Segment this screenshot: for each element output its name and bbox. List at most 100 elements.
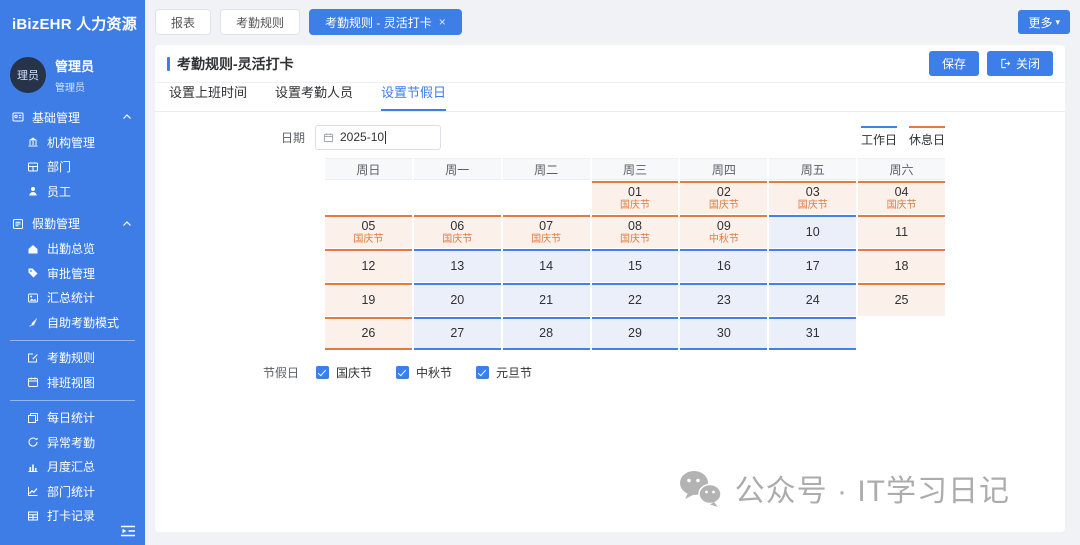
window-tab-report[interactable]: 报表: [155, 9, 211, 35]
calendar-day-cell[interactable]: 10: [769, 215, 856, 248]
sidebar-item-employee[interactable]: 员工: [0, 179, 145, 204]
weekday-header: 周三: [592, 158, 679, 180]
weekday-header: 周二: [503, 158, 590, 180]
bar-chart-icon: [27, 461, 39, 473]
department-icon: [27, 161, 39, 173]
date-value: 2025-10: [340, 130, 384, 144]
legend-workday: 工作日: [861, 126, 897, 148]
page-title: 考勤规则-灵活打卡: [177, 54, 294, 74]
sidebar-item-org[interactable]: 机构管理: [0, 130, 145, 155]
chevron-down-icon: ▾: [1055, 17, 1060, 28]
calendar-empty-cell: [503, 181, 590, 214]
legend-restday: 休息日: [909, 126, 945, 148]
date-input[interactable]: 2025-10: [315, 125, 441, 150]
calendar-day-cell[interactable]: 01国庆节: [592, 181, 679, 214]
id-card-icon: [12, 111, 24, 123]
calendar-day-cell[interactable]: 02国庆节: [680, 181, 767, 214]
sidebar-item-self-mode[interactable]: 自助考勤模式: [0, 310, 145, 335]
sidebar-item-schedule-view[interactable]: 排班视图: [0, 370, 145, 395]
sidebar-item-monthly[interactable]: 月度汇总: [0, 455, 145, 480]
date-row: 日期 2025-10 工作日 休息日: [155, 124, 1065, 150]
window-tab-attendance-rules[interactable]: 考勤规则: [220, 9, 300, 35]
calendar-day-cell[interactable]: 09中秋节: [680, 215, 767, 248]
sidebar-section-base[interactable]: 基础管理: [0, 104, 145, 130]
holiday-calendar: 周日 周一 周二 周三 周四 周五 周六 01国庆节 02国庆节 03国庆节 0…: [325, 158, 945, 350]
calendar-day-cell[interactable]: 27: [414, 317, 501, 350]
calendar-day-cell[interactable]: 07国庆节: [503, 215, 590, 248]
sidebar-item-abnormal[interactable]: 异常考勤: [0, 430, 145, 455]
table-icon: [27, 510, 39, 522]
calendar-day-cell[interactable]: 24: [769, 283, 856, 316]
checkbox-mid-autumn[interactable]: 中秋节: [396, 364, 452, 381]
sidebar-collapse-icon[interactable]: [120, 524, 136, 538]
page-tabs: 设置上班时间 设置考勤人员 设置节假日: [155, 83, 1065, 112]
checkbox-checked-icon[interactable]: [396, 366, 409, 379]
calendar-day-cell[interactable]: 11: [858, 215, 945, 248]
close-icon[interactable]: ×: [439, 15, 446, 29]
save-button[interactable]: 保存: [929, 51, 979, 76]
calendar-empty-cell: [858, 317, 945, 350]
calendar-day-cell[interactable]: 14: [503, 249, 590, 282]
calendar-day-cell[interactable]: 18: [858, 249, 945, 282]
calendar-day-cell[interactable]: 25: [858, 283, 945, 316]
calendar-day-cell[interactable]: 12: [325, 249, 412, 282]
checkbox-checked-icon[interactable]: [476, 366, 489, 379]
chevron-up-icon: [121, 111, 133, 123]
calendar-day-cell[interactable]: 04国庆节: [858, 181, 945, 214]
checkbox-new-year[interactable]: 元旦节: [476, 364, 532, 381]
checkbox-national-day[interactable]: 国庆节: [316, 364, 372, 381]
line-chart-icon: [27, 485, 39, 497]
more-button[interactable]: 更多 ▾: [1018, 10, 1070, 34]
sidebar-item-dept-stats[interactable]: 部门统计: [0, 479, 145, 504]
sidebar-item-overview[interactable]: 出勤总览: [0, 237, 145, 262]
brush-icon: [27, 316, 39, 328]
calendar-day-cell[interactable]: 23: [680, 283, 767, 316]
user-name: 管理员: [55, 56, 94, 75]
watermark: 公众号 · IT学习日记: [676, 466, 1010, 510]
calendar-day-cell[interactable]: 08国庆节: [592, 215, 679, 248]
sidebar-section-attendance[interactable]: 假勤管理: [0, 211, 145, 237]
tab-work-time[interactable]: 设置上班时间: [169, 82, 247, 111]
sidebar-item-daily-stats[interactable]: 每日统计: [0, 406, 145, 431]
text-caret: [385, 131, 386, 144]
calendar-day-cell[interactable]: 26: [325, 317, 412, 350]
calendar-day-cell[interactable]: 03国庆节: [769, 181, 856, 214]
calendar-day-cell[interactable]: 30: [680, 317, 767, 350]
copy-icon: [27, 412, 39, 424]
calendar-day-cell[interactable]: 16: [680, 249, 767, 282]
close-button[interactable]: 关闭: [987, 51, 1053, 76]
calendar-day-cell[interactable]: 15: [592, 249, 679, 282]
main-panel: 考勤规则-灵活打卡 保存 关闭 设置上班时间 设置考勤人员 设置节假日 日期 2…: [155, 45, 1065, 532]
calendar-day-cell[interactable]: 13: [414, 249, 501, 282]
calendar-day-cell[interactable]: 20: [414, 283, 501, 316]
calendar-day-cell[interactable]: 17: [769, 249, 856, 282]
calendar-day-cell[interactable]: 31: [769, 317, 856, 350]
calendar-day-cell[interactable]: 21: [503, 283, 590, 316]
home-icon: [27, 243, 39, 255]
sidebar-item-department[interactable]: 部门: [0, 155, 145, 180]
weekday-header: 周日: [325, 158, 412, 180]
sidebar-item-summary[interactable]: 汇总统计: [0, 286, 145, 311]
edit-icon: [27, 352, 39, 364]
checkbox-checked-icon[interactable]: [316, 366, 329, 379]
chevron-up-icon: [121, 218, 133, 230]
title-accent-bar: [167, 57, 170, 71]
calendar-day-cell[interactable]: 19: [325, 283, 412, 316]
sidebar: iBizEHR 人力资源 理员 管理员 管理员 基础管理 机构管理 部门 员工 …: [0, 0, 145, 545]
tab-holidays[interactable]: 设置节假日: [381, 82, 446, 111]
tab-attendance-staff[interactable]: 设置考勤人员: [275, 82, 353, 111]
sidebar-item-approval[interactable]: 审批管理: [0, 261, 145, 286]
calendar-day-cell[interactable]: 22: [592, 283, 679, 316]
weekday-header: 周一: [414, 158, 501, 180]
sidebar-divider: [10, 400, 135, 401]
calendar-icon: [27, 376, 39, 388]
sync-icon: [27, 436, 39, 448]
window-tab-bar: 报表 考勤规则 考勤规则 - 灵活打卡 × 更多 ▾: [145, 0, 1080, 44]
user-role: 管理员: [55, 79, 94, 94]
sidebar-item-attendance-rules[interactable]: 考勤规则: [0, 346, 145, 371]
calendar-day-cell[interactable]: 05国庆节: [325, 215, 412, 248]
calendar-day-cell[interactable]: 06国庆节: [414, 215, 501, 248]
calendar-day-cell[interactable]: 29: [592, 317, 679, 350]
calendar-day-cell[interactable]: 28: [503, 317, 590, 350]
window-tab-flexible-punch[interactable]: 考勤规则 - 灵活打卡 ×: [309, 9, 462, 35]
